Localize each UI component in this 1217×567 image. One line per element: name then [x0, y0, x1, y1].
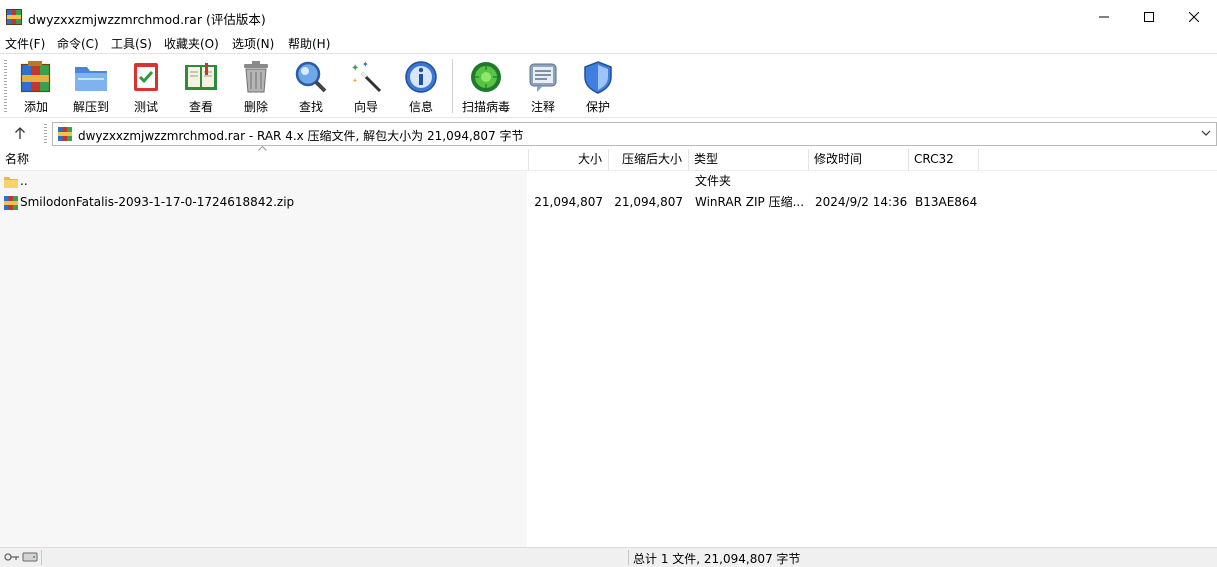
- toolbar: 添加 解压到 测试 查看 删除 查找 ✦ ✦ ✦ 向导 信息 扫描病毒 注释 保…: [0, 53, 1217, 118]
- menu-commands[interactable]: 命令(C): [57, 35, 99, 52]
- status-text: 总计 1 文件, 21,094,807 字节: [633, 552, 801, 566]
- menu-favorites[interactable]: 收藏夹(O): [164, 35, 219, 52]
- book-view-icon: [183, 59, 219, 95]
- add-button[interactable]: 添加: [10, 57, 62, 115]
- menu-file[interactable]: 文件(F): [5, 35, 45, 52]
- extract-button[interactable]: 解压到: [65, 57, 117, 115]
- view-label: 查看: [188, 100, 213, 114]
- wizard-button[interactable]: ✦ ✦ ✦ 向导: [340, 57, 392, 115]
- window-title: dwyzxxzmjwzzmrchmod.rar (评估版本): [28, 12, 266, 27]
- winrar-icon: [6, 9, 22, 25]
- address-bar[interactable]: dwyzxxzmjwzzmrchmod.rar - RAR 4.x 压缩文件, …: [52, 122, 1217, 146]
- extract-label: 解压到: [72, 100, 109, 114]
- view-button[interactable]: 查看: [175, 57, 227, 115]
- row-size: 21,094,807: [534, 195, 603, 209]
- row-type: WinRAR ZIP 压缩...: [695, 195, 805, 209]
- info-label: 信息: [408, 100, 433, 114]
- column-crc32[interactable]: CRC32: [909, 149, 979, 170]
- protect-button[interactable]: 保护: [572, 57, 624, 115]
- key-icon[interactable]: [4, 551, 20, 563]
- svg-text:✦: ✦: [351, 63, 359, 74]
- comment-icon: [525, 59, 561, 95]
- folder-icon: [3, 174, 19, 190]
- menu-bar: 文件(F) 命令(C) 工具(S) 收藏夹(O) 选项(N) 帮助(H): [0, 33, 1217, 53]
- row-name: SmilodonFatalis-2093-1-17-0-1724618842.z…: [20, 195, 295, 209]
- menu-help[interactable]: 帮助(H): [288, 35, 330, 52]
- delete-button[interactable]: 删除: [230, 57, 282, 115]
- row-modified: [815, 171, 907, 192]
- minimize-icon: [1099, 16, 1109, 17]
- info-icon: [403, 59, 439, 95]
- row-type: 文件夹: [695, 174, 732, 188]
- row-packed-size: 21,094,807: [614, 195, 683, 209]
- info-button[interactable]: 信息: [395, 57, 447, 115]
- name-column-background: [0, 171, 527, 547]
- delete-label: 删除: [243, 100, 268, 114]
- virus-scan-button[interactable]: 扫描病毒: [460, 57, 512, 115]
- row-size: [529, 171, 603, 192]
- close-icon: [1189, 11, 1199, 22]
- comment-label: 注释: [530, 100, 555, 114]
- drive-icon[interactable]: [22, 551, 38, 563]
- shield-icon: [580, 59, 616, 95]
- find-button[interactable]: 查找: [285, 57, 337, 115]
- column-header-row: 名称 大小 压缩后大小 类型 修改时间 CRC32: [0, 146, 1217, 171]
- close-button[interactable]: [1171, 0, 1217, 33]
- maximize-icon: [1144, 11, 1154, 22]
- add-archive-icon: [18, 59, 54, 95]
- file-list[interactable]: .. 文件夹 SmilodonFatalis-2093-1-17-0-17246…: [0, 171, 1217, 547]
- row-crc32: B13AE864: [915, 195, 978, 209]
- address-row: dwyzxxzmjwzzmrchmod.rar - RAR 4.x 压缩文件, …: [0, 117, 1217, 149]
- zip-archive-icon: [3, 195, 19, 211]
- maximize-button[interactable]: [1126, 0, 1172, 33]
- up-arrow-icon[interactable]: [11, 124, 29, 142]
- virus-icon: [468, 59, 504, 95]
- test-button[interactable]: 测试: [120, 57, 172, 115]
- status-divider: [41, 550, 42, 565]
- address-text: dwyzxxzmjwzzmrchmod.rar - RAR 4.x 压缩文件, …: [78, 129, 524, 143]
- magic-wand-icon: ✦ ✦ ✦: [348, 59, 384, 95]
- column-type[interactable]: 类型: [689, 149, 809, 170]
- address-grip: [44, 124, 47, 144]
- folder-extract-icon: [73, 59, 109, 95]
- test-checklist-icon: [128, 59, 164, 95]
- add-label: 添加: [23, 100, 48, 114]
- toolbar-separator: [452, 59, 453, 113]
- column-size[interactable]: 大小: [529, 149, 609, 170]
- status-divider: [628, 550, 629, 565]
- list-item[interactable]: .. 文件夹: [0, 171, 1217, 192]
- comment-button[interactable]: 注释: [517, 57, 569, 115]
- svg-text:✦: ✦: [362, 60, 369, 69]
- wizard-label: 向导: [353, 100, 378, 114]
- status-bar: 总计 1 文件, 21,094,807 字节: [0, 547, 1217, 567]
- find-label: 查找: [298, 100, 323, 114]
- menu-options[interactable]: 选项(N): [232, 35, 274, 52]
- column-name[interactable]: 名称: [0, 149, 529, 170]
- minimize-button[interactable]: [1081, 0, 1127, 33]
- row-name: ..: [20, 174, 28, 188]
- svg-text:✦: ✦: [352, 77, 358, 85]
- virus-scan-label: 扫描病毒: [461, 100, 510, 114]
- trash-icon: [238, 59, 274, 95]
- archive-icon: [57, 126, 73, 142]
- row-crc32: [915, 171, 979, 192]
- magnifier-icon: [293, 59, 329, 95]
- test-label: 测试: [133, 100, 158, 114]
- column-packed-size[interactable]: 压缩后大小: [609, 149, 689, 170]
- chevron-down-icon[interactable]: [1200, 127, 1212, 139]
- row-modified: 2024/9/2 14:36: [815, 195, 907, 209]
- title-bar: dwyzxxzmjwzzmrchmod.rar (评估版本): [0, 0, 1217, 33]
- row-packed-size: [609, 171, 683, 192]
- toolbar-grip[interactable]: [4, 60, 7, 112]
- list-item[interactable]: SmilodonFatalis-2093-1-17-0-1724618842.z…: [0, 192, 1217, 213]
- column-modified[interactable]: 修改时间: [809, 149, 909, 170]
- protect-label: 保护: [585, 100, 610, 114]
- menu-tools[interactable]: 工具(S): [111, 35, 152, 52]
